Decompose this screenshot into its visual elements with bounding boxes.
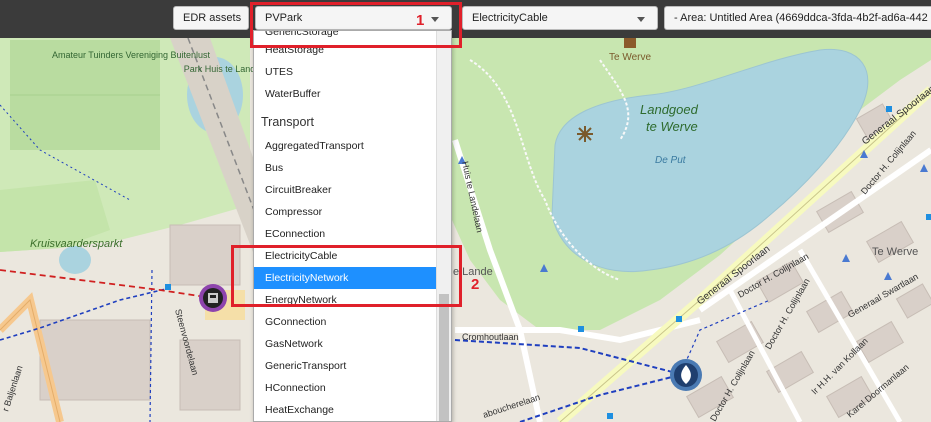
map-label-te-werve-estate: te Werve [646,119,698,134]
map-label-te-werve-top: Te Werve [609,52,651,63]
list-item-circuitbreaker[interactable]: CircuitBreaker [254,179,437,201]
list-item-gasnetwork[interactable]: GasNetwork [254,333,437,355]
building-block [169,224,241,286]
chevron-down-icon [637,17,645,22]
list-item-waterbuffer[interactable]: WaterBuffer [254,83,437,105]
cable-type-select-value: ElectricityCable [472,12,548,24]
map-label-kruisvaarderspark: Kruisvaardersparkt [30,238,123,250]
area-select[interactable]: - Area: Untitled Area (4669ddca-3fda-4b2… [664,6,931,30]
list-item-utes[interactable]: UTES [254,61,437,83]
building-block [39,319,151,401]
list-item-compressor[interactable]: Compressor [254,201,437,223]
map-label-te-werve-right: Te Werve [872,246,918,258]
map-label-cromhoutlaan: Cromhoutlaan [462,332,519,342]
edr-assets-button[interactable]: EDR assets [173,6,249,30]
list-item-bus[interactable]: Bus [254,157,437,179]
annotation-label-1: 1 [416,12,425,29]
list-item-gconnection[interactable]: GConnection [254,311,437,333]
map-label-de-put: De Put [655,155,687,166]
map-canvas[interactable]: Amateur Tuinders Vereniging Buitenlust P… [0,0,931,422]
fountain-icon [577,126,593,142]
pv-park-icon[interactable] [199,284,227,312]
dropdown-scrollbar[interactable] [436,31,451,421]
annotation-box-1 [250,2,462,48]
list-item-generictransport[interactable]: GenericTransport [254,355,437,377]
group-label-transport: Transport [261,115,315,129]
list-item-econnection[interactable]: EConnection [254,223,437,245]
annotation-label-2: 2 [471,276,480,293]
annotation-box-2 [231,245,462,307]
top-toolbar: EDR assets PVPark ElectricityCable - Are… [0,0,931,38]
pond-small [59,246,91,274]
map-label-park1: Amateur Tuinders Vereniging Buitenlust [52,50,211,60]
cable-type-select[interactable]: ElectricityCable [462,6,658,30]
list-item-hconnection[interactable]: HConnection [254,377,437,399]
flame-icon[interactable] [670,359,702,391]
map-label-park2: Park Huis te Lande [184,64,261,74]
asset-type-dropdown-list[interactable]: GenericStorage HeatStorage UTES WaterBuf… [253,30,452,422]
list-item-aggregatedtransport[interactable]: AggregatedTransport [254,135,437,157]
dropdown-scrollbar-thumb[interactable] [439,294,449,421]
list-item-heatexchange[interactable]: HeatExchange [254,399,437,421]
map-label-landgoed: Landgoed [640,102,699,117]
